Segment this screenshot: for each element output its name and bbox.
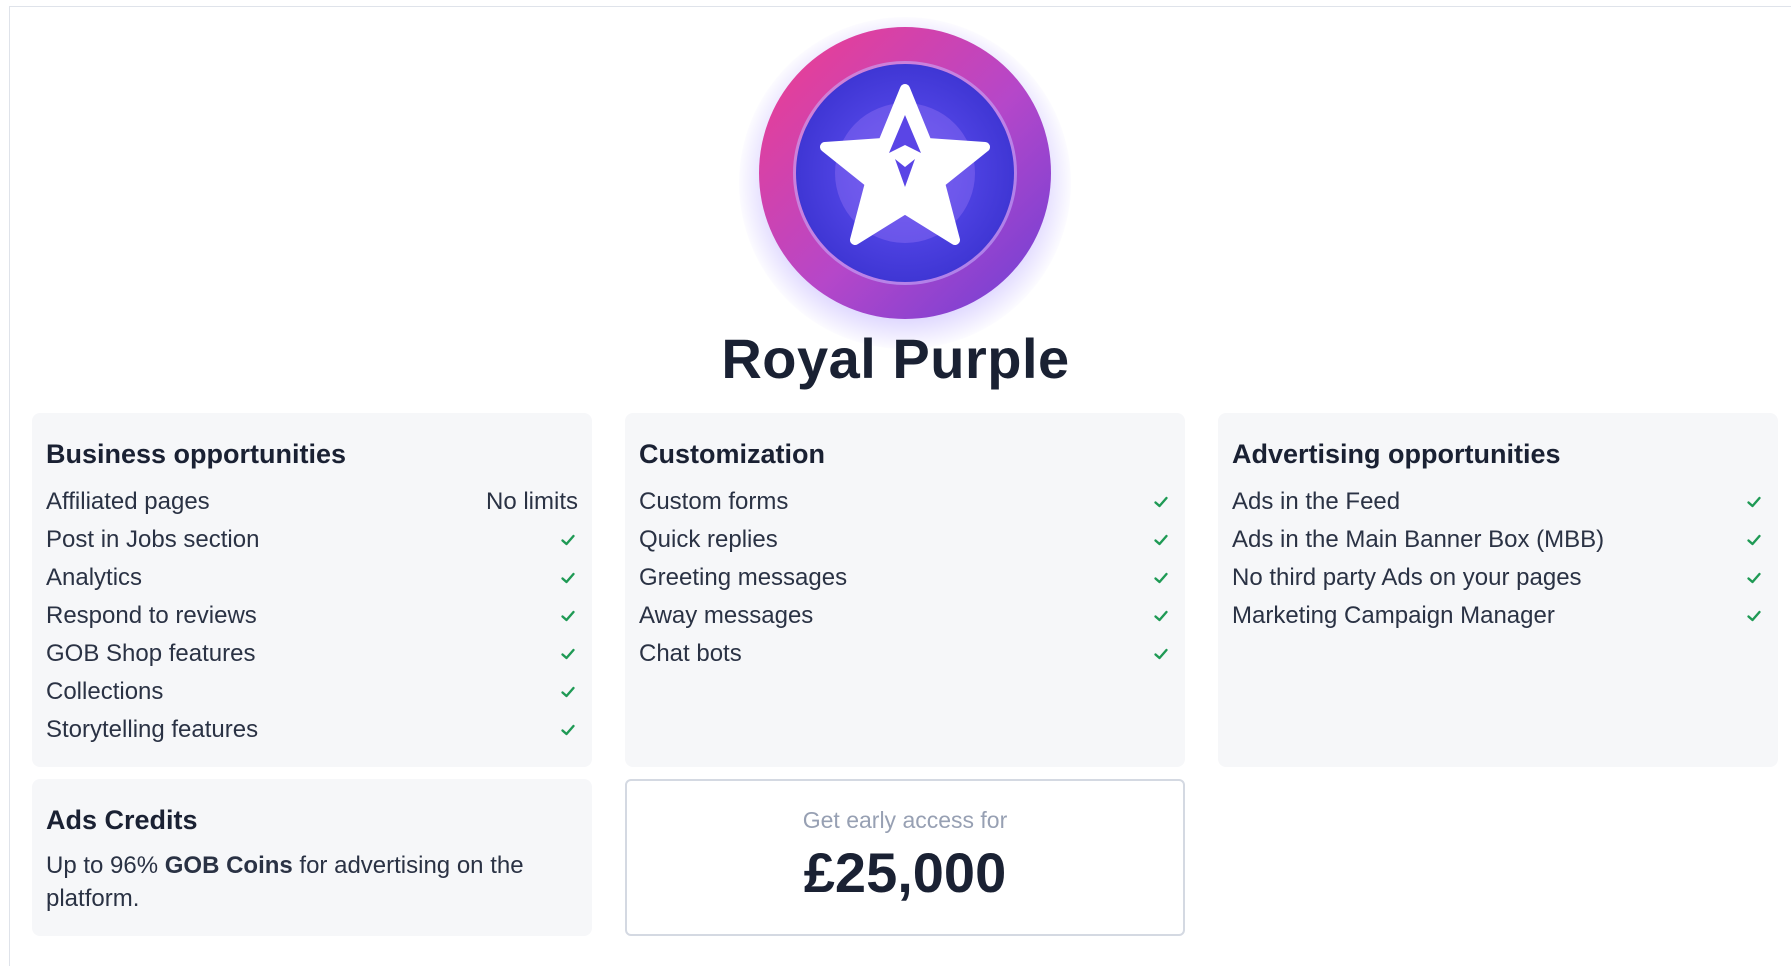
feature-value: No limits (485, 488, 578, 515)
feature-row: Respond to reviews (46, 597, 578, 635)
check-icon (1154, 496, 1168, 508)
feature-row: Away messages (639, 597, 1171, 635)
price-label: Get early access for (802, 807, 1008, 833)
feature-label: Greeting messages (639, 564, 848, 591)
feature-row: No third party Ads on your pages (1232, 559, 1764, 597)
plan-title: Royal Purple (721, 327, 1070, 390)
check-icon (561, 572, 575, 584)
feature-row: Analytics (46, 559, 578, 597)
ads-credits-text-before: Up to 96% (46, 852, 165, 879)
feature-label: Analytics (46, 564, 143, 591)
feature-label: Custom forms (639, 488, 789, 515)
feature-label: Respond to reviews (46, 602, 257, 629)
feature-row: Storytelling features (46, 711, 578, 749)
feature-label: Storytelling features (46, 716, 259, 743)
feature-row: Chat bots (639, 635, 1171, 673)
feature-label: Affiliated pages (46, 488, 210, 515)
check-icon (561, 534, 575, 546)
check-icon (561, 610, 575, 622)
feature-label: Ads in the Main Banner Box (MBB) (1232, 526, 1605, 553)
royal-purple-badge (739, 17, 1071, 349)
ads-credits-coins: GOB Coins (164, 852, 293, 879)
check-icon (1154, 648, 1168, 660)
card-business-opportunities: Business opportunities Affiliated pages … (32, 413, 592, 767)
ads-credits-description: Up to 96% GOB Coins for advertising on t… (46, 849, 578, 915)
check-icon (1154, 610, 1168, 622)
check-icon (1747, 496, 1761, 508)
price-value: £25,000 (803, 841, 1007, 904)
feature-row: Collections (46, 673, 578, 711)
check-icon (1154, 534, 1168, 546)
feature-label: Chat bots (639, 640, 742, 667)
check-icon (561, 724, 575, 736)
feature-label: Away messages (639, 602, 814, 629)
feature-row: Post in Jobs section (46, 521, 578, 559)
check-icon (1154, 572, 1168, 584)
feature-row: Ads in the Main Banner Box (MBB) (1232, 521, 1764, 559)
price-card[interactable]: Get early access for £25,000 (625, 779, 1185, 936)
feature-row: Marketing Campaign Manager (1232, 597, 1764, 635)
check-icon (1747, 572, 1761, 584)
card-ads-credits: Ads Credits Up to 96% GOB Coins for adve… (32, 779, 592, 936)
card-title: Customization (639, 439, 825, 469)
feature-label: Quick replies (639, 526, 778, 553)
feature-row: GOB Shop features (46, 635, 578, 673)
feature-label: GOB Shop features (46, 640, 256, 667)
check-icon (1747, 534, 1761, 546)
feature-row: Affiliated pages No limits (46, 483, 578, 521)
feature-row: Custom forms (639, 483, 1171, 521)
check-icon (1747, 610, 1761, 622)
feature-label: Marketing Campaign Manager (1232, 602, 1555, 629)
feature-label: No third party Ads on your pages (1232, 564, 1582, 591)
feature-label: Collections (46, 678, 164, 705)
check-icon (561, 686, 575, 698)
royal-purple-star-icon (759, 27, 1051, 319)
card-title: Ads Credits (46, 805, 198, 835)
card-customization: Customization Custom forms Quick replies… (625, 413, 1185, 767)
feature-row: Ads in the Feed (1232, 483, 1764, 521)
feature-label: Post in Jobs section (46, 526, 260, 553)
check-icon (561, 648, 575, 660)
feature-row: Quick replies (639, 521, 1171, 559)
card-advertising-opportunities: Advertising opportunities Ads in the Fee… (1218, 413, 1778, 767)
card-title: Business opportunities (46, 439, 347, 469)
feature-row: Greeting messages (639, 559, 1171, 597)
card-title: Advertising opportunities (1232, 439, 1561, 469)
feature-label: Ads in the Feed (1232, 488, 1401, 515)
